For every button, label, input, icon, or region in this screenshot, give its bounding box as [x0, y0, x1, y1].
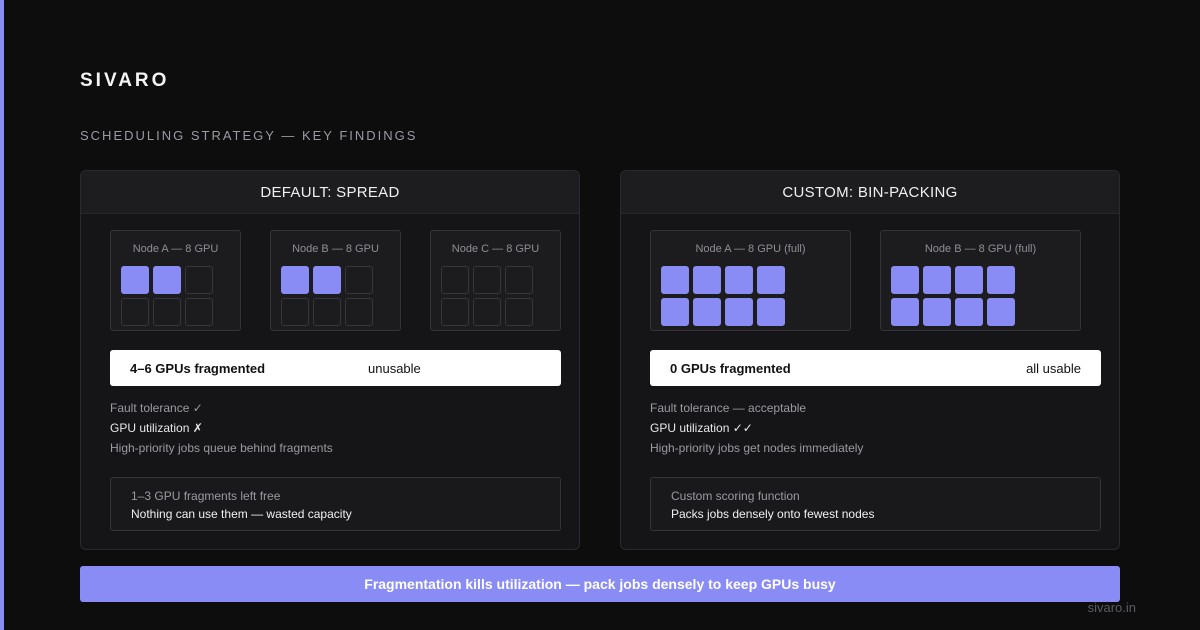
spread-node-c: Node C — 8 GPU	[430, 230, 561, 331]
gpu-slot-used	[693, 266, 721, 294]
gpu-slot-used	[661, 266, 689, 294]
gpu-slot-used	[757, 298, 785, 326]
binpack-note-box: Custom scoring function Packs jobs dense…	[650, 477, 1101, 531]
node-label: Node A — 8 GPU (full)	[695, 243, 806, 255]
gpu-slot-free	[441, 298, 469, 326]
spread-panel-title: DEFAULT: SPREAD	[81, 171, 579, 214]
summary-banner: Fragmentation kills utilization — pack j…	[80, 566, 1120, 602]
brand-logo: SIVARO	[80, 70, 170, 91]
gpu-slot-used	[121, 266, 149, 294]
accent-bar	[0, 0, 4, 630]
fact-item: High-priority jobs get nodes immediately	[650, 441, 864, 455]
gpu-grid	[891, 266, 1015, 326]
gpu-slot-free	[345, 266, 373, 294]
gpu-slot-used	[955, 266, 983, 294]
spread-facts: Fault tolerance ✓ GPU utilization ✗ High…	[110, 401, 333, 461]
gpu-slot-used	[693, 298, 721, 326]
binpacking-panel: CUSTOM: BIN-PACKING Node A — 8 GPU (full…	[620, 170, 1120, 550]
gpu-slot-free	[121, 298, 149, 326]
spread-node-a: Node A — 8 GPU	[110, 230, 241, 331]
gpu-slot-used	[725, 266, 753, 294]
page-subtitle: SCHEDULING STRATEGY — KEY FINDINGS	[80, 128, 418, 143]
gpu-slot-free	[185, 266, 213, 294]
gpu-slot-free	[505, 266, 533, 294]
gpu-slot-used	[923, 298, 951, 326]
gpu-slot-free	[153, 298, 181, 326]
fragmented-count: 0 GPUs fragmented	[670, 361, 791, 376]
gpu-grid	[281, 266, 373, 326]
gpu-slot-free	[441, 266, 469, 294]
result-note: all usable	[1026, 361, 1081, 376]
spread-panel: DEFAULT: SPREAD Node A — 8 GPU Node B — …	[80, 170, 580, 550]
node-label: Node B — 8 GPU	[292, 243, 379, 255]
gpu-slot-used	[923, 266, 951, 294]
gpu-grid	[121, 266, 213, 326]
fact-item: GPU utilization ✗	[110, 421, 203, 435]
gpu-slot-used	[891, 266, 919, 294]
gpu-slot-free	[505, 298, 533, 326]
gpu-slot-used	[281, 266, 309, 294]
result-note: unusable	[368, 361, 421, 376]
fact-item: High-priority jobs queue behind fragment…	[110, 441, 333, 455]
fragmented-count: 4–6 GPUs fragmented	[130, 361, 266, 376]
fact-item: Fault tolerance ✓	[110, 401, 203, 415]
note-body: Packs jobs densely onto fewest nodes	[671, 507, 875, 521]
site-url: sivaro.in	[1087, 600, 1136, 615]
binpack-result-bar: 0 GPUs fragmented all usable	[650, 350, 1101, 386]
note-title: Custom scoring function	[671, 489, 800, 503]
binpacking-panel-title: CUSTOM: BIN-PACKING	[621, 171, 1119, 214]
gpu-slot-used	[987, 266, 1015, 294]
node-label: Node B — 8 GPU (full)	[924, 243, 1037, 255]
gpu-slot-free	[313, 298, 341, 326]
spread-node-b: Node B — 8 GPU	[270, 230, 401, 331]
gpu-grid	[441, 266, 533, 326]
gpu-slot-free	[185, 298, 213, 326]
spread-result-bar: 4–6 GPUs fragmented unusable	[110, 350, 561, 386]
gpu-slot-used	[725, 298, 753, 326]
binpack-node-a: Node A — 8 GPU (full)	[650, 230, 851, 331]
gpu-slot-free	[473, 266, 501, 294]
fact-item: Fault tolerance — acceptable	[650, 401, 807, 415]
gpu-slot-used	[955, 298, 983, 326]
note-body: Nothing can use them — wasted capacity	[131, 507, 352, 521]
node-label: Node C — 8 GPU	[451, 243, 540, 255]
note-title: 1–3 GPU fragments left free	[131, 489, 281, 503]
gpu-grid	[661, 266, 785, 326]
gpu-slot-used	[757, 266, 785, 294]
binpack-node-b: Node B — 8 GPU (full)	[880, 230, 1081, 331]
spread-note-box: 1–3 GPU fragments left free Nothing can …	[110, 477, 561, 531]
binpack-facts: Fault tolerance — acceptable GPU utiliza…	[650, 401, 863, 461]
gpu-slot-used	[153, 266, 181, 294]
fact-item: GPU utilization ✓✓	[650, 421, 753, 435]
gpu-slot-used	[891, 298, 919, 326]
gpu-slot-free	[281, 298, 309, 326]
gpu-slot-free	[345, 298, 373, 326]
gpu-slot-used	[313, 266, 341, 294]
gpu-slot-free	[473, 298, 501, 326]
node-label: Node A — 8 GPU	[132, 243, 219, 255]
gpu-slot-used	[987, 298, 1015, 326]
gpu-slot-used	[661, 298, 689, 326]
